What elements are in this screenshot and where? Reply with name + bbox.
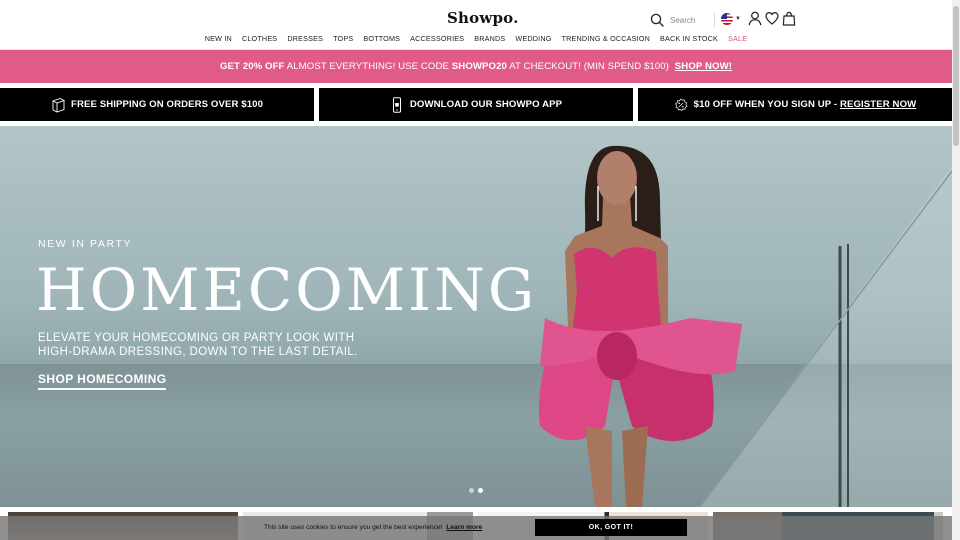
nav-back-in-stock[interactable]: BACK IN STOCK	[660, 34, 718, 43]
nav-clothes[interactable]: CLOTHES	[242, 34, 277, 43]
signup-discount-text: $10 OFF WHEN YOU SIGN UP -	[693, 99, 840, 110]
nav-bottoms[interactable]: BOTTOMS	[363, 34, 400, 43]
promo-banner: GET 20% OFF ALMOST EVERYTHING! USE CODE …	[0, 50, 952, 83]
phone-icon	[392, 96, 401, 113]
promo-tail: AT CHECKOUT! (MIN SPEND $100)	[506, 61, 672, 72]
carousel-dot-1[interactable]	[469, 488, 474, 493]
showpo-logo[interactable]: Showpo.	[447, 9, 519, 27]
promo-shop-now-link[interactable]: SHOP NOW!	[675, 61, 732, 72]
download-app-text: DOWNLOAD OUR SHOWPO APP	[409, 99, 563, 110]
hero-banner[interactable]: NEW IN PARTY HOMECOMING ELEVATE YOUR HOM…	[0, 126, 952, 507]
scrollbar-thumb[interactable]	[953, 6, 959, 146]
signup-discount-bar: $10 OFF WHEN YOU SIGN UP - REGISTER NOW	[638, 88, 952, 121]
nav-trending-occasion[interactable]: TRENDING & OCCASION	[562, 34, 650, 43]
nav-wedding[interactable]: WEDDING	[515, 34, 551, 43]
free-shipping-bar[interactable]: FREE SHIPPING ON ORDERS OVER $100	[0, 88, 314, 121]
hero-subcopy: ELEVATE YOUR HOMECOMING OR PARTY LOOK WI…	[38, 331, 378, 359]
nav-dresses[interactable]: DRESSES	[287, 34, 323, 43]
download-app-bar[interactable]: DOWNLOAD OUR SHOWPO APP	[319, 88, 633, 121]
page-scrollbar[interactable]	[952, 0, 960, 540]
wishlist-heart-icon[interactable]	[765, 11, 779, 26]
shop-homecoming-button[interactable]: SHOP HOMECOMING	[38, 372, 167, 390]
carousel-dot-2[interactable]	[478, 488, 483, 493]
hero-headline: HOMECOMING	[36, 256, 538, 324]
promo-code: SHOWPO20	[451, 61, 507, 72]
chevron-down-icon: ▼	[735, 16, 741, 22]
discount-badge-icon	[674, 97, 688, 111]
nav-sale[interactable]: SALE	[728, 34, 747, 43]
account-icon[interactable]	[748, 11, 762, 26]
nav-accessories[interactable]: ACCESSORIES	[410, 34, 464, 43]
cookie-message: This site uses cookies to ensure you get…	[264, 524, 482, 531]
nav-tops[interactable]: TOPS	[333, 34, 353, 43]
nav-brands[interactable]: BRANDS	[474, 34, 505, 43]
shopping-bag-icon[interactable]	[782, 11, 796, 26]
main-navigation: NEW IN CLOTHES DRESSES TOPS BOTTOMS ACCE…	[0, 34, 952, 43]
cookie-learn-more-link[interactable]: Learn more	[446, 524, 482, 531]
site-header: Showpo. ▼ NEW IN CLOTHES DRESSES TOPS BO…	[0, 0, 952, 50]
hero-subcopy-line-1: ELEVATE YOUR HOMECOMING OR PARTY LOOK WI…	[38, 332, 355, 344]
register-now-link[interactable]: REGISTER NOW	[840, 99, 916, 110]
header-divider	[714, 12, 715, 28]
hero-subcopy-line-2: HIGH-DRAMA DRESSING, DOWN TO THE LAST DE…	[38, 346, 358, 358]
search-input[interactable]	[670, 12, 710, 28]
promo-lead: GET 20% OFF	[219, 61, 285, 72]
promo-middle: ALMOST EVERYTHING! USE CODE	[284, 61, 452, 72]
cookie-text: This site uses cookies to ensure you get…	[264, 524, 443, 531]
cookie-accept-button[interactable]: OK, GOT IT!	[535, 519, 687, 536]
us-flag-icon	[721, 13, 733, 25]
shipping-box-icon	[51, 97, 65, 113]
cookie-consent-bar: This site uses cookies to ensure you get…	[0, 516, 952, 540]
nav-new-in[interactable]: NEW IN	[205, 34, 232, 43]
carousel-dots	[469, 488, 483, 493]
hero-eyebrow: NEW IN PARTY	[38, 238, 133, 250]
country-selector[interactable]: ▼	[721, 12, 743, 26]
free-shipping-text: FREE SHIPPING ON ORDERS OVER $100	[70, 99, 264, 110]
search-icon[interactable]	[650, 13, 664, 27]
